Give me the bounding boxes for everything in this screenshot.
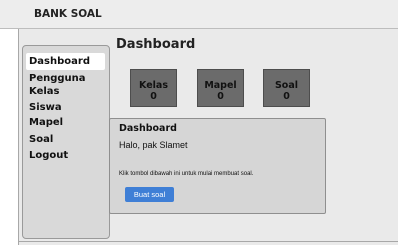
- shell-divider: [18, 241, 398, 242]
- stat-card-soal[interactable]: Soal 0: [263, 69, 310, 107]
- sidebar-item-pengguna[interactable]: Pengguna: [29, 73, 86, 84]
- create-question-button[interactable]: Buat soal: [125, 187, 174, 202]
- panel-title: Dashboard: [119, 123, 177, 134]
- stat-value: 0: [217, 91, 224, 102]
- dashboard-panel: Dashboard Halo, pak Slamet Klik tombol d…: [109, 118, 326, 214]
- stat-value: 0: [150, 91, 157, 102]
- sidebar-item-logout[interactable]: Logout: [29, 150, 68, 161]
- sidebar-item-mapel[interactable]: Mapel: [29, 117, 63, 128]
- sidebar-item-dashboard[interactable]: Dashboard: [26, 53, 105, 70]
- stat-card-mapel[interactable]: Mapel 0: [197, 69, 244, 107]
- sidebar: Dashboard Pengguna Kelas Siswa Mapel Soa…: [22, 45, 110, 239]
- hint-text: Klik tombol dibawah ini untuk mulai memb…: [119, 171, 254, 177]
- sidebar-item-soal[interactable]: Soal: [29, 134, 53, 145]
- stat-label: Mapel: [204, 80, 237, 91]
- page-title: Dashboard: [116, 37, 196, 52]
- greeting-text: Halo, pak Slamet: [119, 140, 188, 150]
- app-brand: BANK SOAL: [34, 8, 102, 20]
- sidebar-item-siswa[interactable]: Siswa: [29, 102, 62, 113]
- top-bar: BANK SOAL: [0, 0, 398, 29]
- stat-label: Soal: [274, 80, 299, 91]
- stat-value: 0: [283, 91, 290, 102]
- stat-card-kelas[interactable]: Kelas 0: [130, 69, 177, 107]
- stat-label: Kelas: [139, 80, 168, 91]
- sidebar-item-kelas[interactable]: Kelas: [29, 86, 59, 97]
